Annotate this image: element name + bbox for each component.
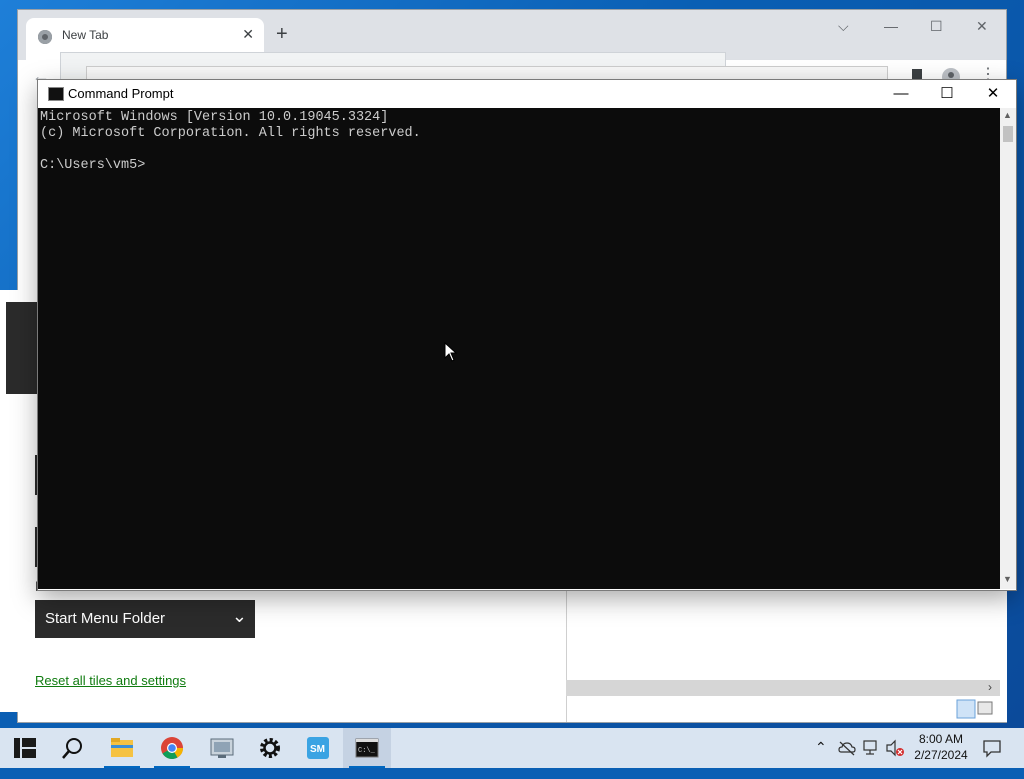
scroll-right-arrow-icon[interactable]: › (988, 680, 992, 694)
cmd-vertical-scrollbar[interactable]: ▲ ▼ (1000, 108, 1016, 589)
taskbar-file-explorer[interactable] (98, 728, 146, 768)
sm-app-icon: SM (307, 737, 329, 759)
chrome-icon (161, 737, 183, 759)
taskbar-network-app[interactable] (198, 728, 246, 768)
cmd-console-area[interactable]: Microsoft Windows [Version 10.0.19045.33… (38, 108, 1000, 589)
search-icon (62, 738, 82, 759)
tab-search-icon[interactable]: ⌵ (838, 18, 849, 35)
svg-text:SM: SM (310, 744, 325, 755)
cmd-titlebar[interactable]: Command Prompt — ☐ ✕ (38, 80, 1016, 108)
chrome-minimize-button[interactable]: — (884, 18, 898, 34)
network-app-icon (210, 738, 234, 758)
command-prompt-icon: C:\_ (355, 738, 379, 758)
tab-title: New Tab (62, 28, 109, 42)
chevron-down-icon: ⌄ (231, 606, 247, 626)
settings-gear-icon (260, 738, 280, 758)
chrome-close-button[interactable]: ✕ (976, 18, 988, 35)
console-line: (c) Microsoft Corporation. All rights re… (40, 126, 421, 141)
command-prompt-icon (48, 87, 64, 101)
show-hidden-icons-chevron-icon[interactable]: ⌃ (815, 739, 827, 779)
taskbar-settings[interactable] (246, 728, 294, 768)
console-line: Microsoft Windows [Version 10.0.19045.33… (40, 110, 389, 125)
chrome-maximize-button[interactable]: ☐ (930, 18, 943, 35)
onedrive-offline-icon[interactable] (838, 740, 856, 756)
network-icon[interactable] (862, 739, 880, 757)
tab-close-icon[interactable]: ✕ (242, 26, 254, 43)
volume-muted-icon[interactable] (885, 739, 905, 757)
start-icon (14, 738, 36, 758)
command-prompt-window: Command Prompt — ☐ ✕ Microsoft Windows [… (38, 80, 1016, 590)
console-prompt-line: C:\Users\vm5> (40, 158, 146, 173)
cmd-maximize-button[interactable]: ☐ (924, 82, 970, 106)
cmd-minimize-button[interactable]: — (878, 82, 924, 106)
scroll-down-arrow-icon[interactable]: ▼ (1003, 574, 1012, 584)
taskbar-command-prompt[interactable]: C:\_ (343, 728, 391, 768)
clock-time: 8:00 AM (918, 732, 964, 746)
clock-date: 2/27/2024 (914, 748, 968, 762)
taskbar: SM C:\_ ⌃ 8:00 AM 2/27/2024 (0, 728, 1024, 768)
view-mode-icons[interactable] (956, 698, 996, 720)
taskbar-chrome[interactable] (148, 728, 196, 768)
taskbar-clock[interactable]: 8:00 AM 2/27/2024 (906, 731, 976, 763)
cmd-window-title: Command Prompt (68, 86, 174, 101)
cmd-close-button[interactable]: ✕ (970, 82, 1016, 106)
chrome-favicon-icon (38, 30, 52, 44)
taskbar-search-button[interactable] (48, 728, 96, 768)
new-tab-button[interactable]: + (276, 24, 288, 44)
taskbar-sm-app[interactable]: SM (294, 728, 342, 768)
dropdown-selected-value: Start Menu Folder (45, 610, 166, 627)
file-explorer-icon (111, 738, 133, 757)
horizontal-scrollbar[interactable] (566, 680, 1000, 696)
reset-tiles-link[interactable]: Reset all tiles and settings (35, 673, 186, 688)
scrollbar-thumb[interactable] (1003, 126, 1013, 142)
scroll-up-arrow-icon[interactable]: ▲ (1003, 110, 1012, 120)
action-center-icon[interactable] (982, 738, 1002, 758)
mouse-cursor-icon (444, 342, 458, 362)
start-button[interactable] (0, 728, 48, 768)
svg-text:C:\_: C:\_ (358, 747, 376, 755)
start-menu-folder-dropdown[interactable]: Start Menu Folder ⌄ (35, 600, 255, 638)
preview-pane (566, 590, 1007, 722)
